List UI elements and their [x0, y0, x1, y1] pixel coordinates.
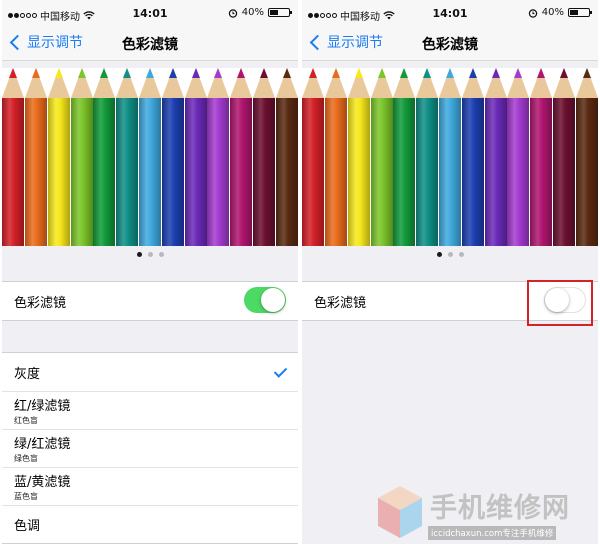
page-indicator: [302, 252, 598, 257]
pencil: [393, 68, 416, 246]
filter-option-label: 绿/红滤镜: [14, 437, 71, 452]
filter-option-green-red[interactable]: 绿/红滤镜 绿色盲: [2, 429, 298, 467]
battery-icon: [268, 8, 292, 17]
pencil: [347, 68, 370, 246]
toggle-knob: [261, 288, 285, 312]
filter-option-sublabel: 绿色盲: [14, 454, 38, 463]
filter-option-color-tint[interactable]: 色调: [2, 505, 298, 543]
navigation-bar: 显示调节 色彩滤镜: [2, 28, 298, 61]
pencil: [47, 68, 70, 246]
filter-option-label: 灰度: [14, 366, 41, 382]
page-dot: [158, 252, 164, 257]
page-indicator: [2, 252, 298, 257]
pencil: [2, 68, 25, 246]
page-dot: [458, 252, 464, 257]
color-filter-toggle[interactable]: [244, 287, 286, 313]
color-preview-image[interactable]: [302, 68, 598, 246]
pencil: [507, 68, 530, 246]
pencil: [325, 68, 348, 246]
pencil: [461, 68, 484, 246]
page-dot: [436, 252, 442, 257]
pencil: [161, 68, 184, 246]
pencil: [93, 68, 116, 246]
pencil: [484, 68, 507, 246]
pencil: [302, 68, 325, 246]
navigation-bar: 显示调节 色彩滤镜: [302, 28, 598, 61]
left-phone-screen: 中国移动 14:01 40% 显示调节 色彩滤镜 色彩滤镜 灰度 红/绿滤镜 红…: [2, 0, 298, 544]
pencil: [370, 68, 393, 246]
page-dot: [147, 252, 153, 257]
pencil: [139, 68, 161, 246]
alarm-icon: [228, 8, 237, 18]
page-title: 色彩滤镜: [122, 37, 178, 53]
filter-option-label: 色调: [14, 519, 41, 534]
pencil: [275, 68, 298, 246]
right-phone-screen: 中国移动 14:01 40% 显示调节 色彩滤镜 色彩滤镜: [302, 0, 598, 544]
filter-options-list: 灰度 红/绿滤镜 红色盲 绿/红滤镜 绿色盲 蓝/黄滤镜 蓝色盲 色调: [2, 352, 298, 544]
filter-option-blue-yellow[interactable]: 蓝/黄滤镜 蓝色盲: [2, 467, 298, 505]
pencil: [552, 68, 575, 246]
pencil: [207, 68, 230, 246]
pencil: [530, 68, 553, 246]
pencil: [116, 68, 139, 246]
pencil: [416, 68, 439, 246]
highlight-annotation-box: [527, 280, 593, 326]
pencil: [184, 68, 207, 246]
pencil: [575, 68, 598, 246]
color-filter-toggle-group: 色彩滤镜: [2, 281, 298, 321]
checkmark-icon: [273, 364, 288, 378]
battery-icon: [568, 8, 592, 17]
color-filter-toggle-label: 色彩滤镜: [14, 295, 67, 311]
pencil: [439, 68, 461, 246]
status-bar: 中国移动 14:01 40%: [2, 0, 298, 28]
page-title: 色彩滤镜: [422, 37, 478, 53]
status-bar: 中国移动 14:01 40%: [302, 0, 598, 28]
comparison-screenshot: 中国移动 14:01 40% 显示调节 色彩滤镜 色彩滤镜 灰度 红/绿滤镜 红…: [0, 0, 600, 544]
color-filter-toggle-label: 色彩滤镜: [314, 295, 367, 311]
filter-option-grayscale[interactable]: 灰度: [2, 353, 298, 391]
pencil: [252, 68, 275, 246]
filter-option-label: 红/绿滤镜: [14, 399, 71, 414]
battery-percent: 40%: [241, 7, 264, 18]
pencil: [25, 68, 48, 246]
filter-option-sublabel: 蓝色盲: [14, 492, 38, 501]
pencil: [230, 68, 253, 246]
filter-option-label: 蓝/黄滤镜: [14, 475, 71, 490]
battery-percent: 40%: [541, 7, 564, 18]
filter-option-sublabel: 红色盲: [14, 416, 38, 425]
alarm-icon: [528, 8, 537, 18]
page-dot: [136, 252, 142, 257]
color-preview-image[interactable]: [2, 68, 298, 246]
page-dot: [447, 252, 453, 257]
color-filter-toggle-row: 色彩滤镜: [2, 282, 298, 320]
filter-option-red-green[interactable]: 红/绿滤镜 红色盲: [2, 391, 298, 429]
pencil: [70, 68, 93, 246]
